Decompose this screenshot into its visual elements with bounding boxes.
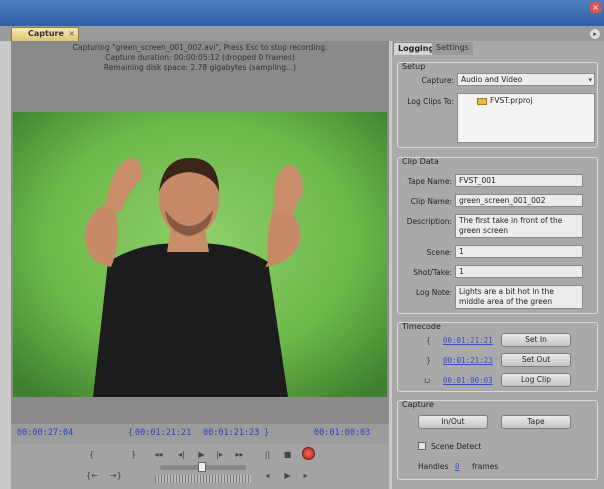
description-label: Description: bbox=[406, 217, 452, 226]
tab-close-icon[interactable]: × bbox=[68, 29, 75, 38]
in-point-timecode[interactable]: 00:01:21:21 bbox=[135, 428, 191, 438]
clip-name-field[interactable]: green_screen_001_002 bbox=[455, 194, 583, 207]
project-name: FVST.prproj bbox=[490, 96, 533, 105]
title-bar bbox=[0, 0, 604, 26]
set-in-point-button[interactable]: { bbox=[86, 449, 97, 460]
tape-name-field[interactable]: FVST_001 bbox=[455, 174, 583, 187]
step-forward-button[interactable]: |▸ bbox=[214, 449, 225, 460]
tab-capture[interactable]: Capture × bbox=[11, 27, 79, 41]
rewind-button[interactable]: ◂◂ bbox=[153, 449, 164, 460]
log-note-field[interactable]: Lights are a bit hot in the middle area … bbox=[455, 285, 583, 309]
folder-icon bbox=[477, 97, 487, 105]
shot-take-label: Shot/Take: bbox=[413, 268, 452, 277]
handles-value[interactable]: 0 bbox=[455, 462, 460, 471]
timecode-title: Timecode bbox=[402, 322, 441, 331]
in-point-icon: { bbox=[426, 336, 432, 345]
clip-data-title: Clip Data bbox=[402, 157, 439, 166]
log-clip-button[interactable]: Log Clip bbox=[501, 373, 571, 387]
tape-name-label: Tape Name: bbox=[407, 177, 452, 186]
timecode-duration-value[interactable]: 00:01:00:03 bbox=[443, 376, 493, 385]
clip-name-label: Clip Name: bbox=[410, 197, 452, 206]
jog-wheel[interactable] bbox=[155, 475, 251, 483]
scene-detect-checkbox[interactable] bbox=[418, 442, 426, 450]
in-bracket-icon: { bbox=[128, 428, 134, 438]
log-clips-to-bin[interactable]: FVST.prproj bbox=[457, 93, 595, 143]
timecode-in-value[interactable]: 00:01:21:21 bbox=[443, 336, 493, 345]
tab-capture-label: Capture bbox=[28, 29, 64, 38]
setup-title: Setup bbox=[402, 62, 426, 71]
fast-forward-button[interactable]: ▸▸ bbox=[234, 449, 245, 460]
capture-status: Capturing "green_screen_001_002.avi", Pr… bbox=[11, 43, 389, 73]
step-back-button[interactable]: ◂| bbox=[176, 449, 187, 460]
capture-title: Capture bbox=[402, 400, 434, 409]
play-button[interactable]: ▶ bbox=[196, 449, 207, 460]
duration-timecode[interactable]: 00:01:00:03 bbox=[314, 428, 370, 438]
capture-mode-label: Capture: bbox=[421, 76, 454, 85]
timecode-out-value[interactable]: 00:01:21:23 bbox=[443, 356, 493, 365]
pause-button[interactable]: || bbox=[262, 449, 273, 460]
video-frame-image bbox=[13, 112, 387, 397]
go-to-out-point-button[interactable]: →} bbox=[110, 470, 122, 481]
scene-field[interactable]: 1 bbox=[455, 245, 583, 258]
scene-search-button[interactable]: ▸ bbox=[300, 470, 311, 481]
capture-window: × Capture × ▸ Capturing "green_screen_00… bbox=[0, 0, 604, 489]
status-line-disk-space: Remaining disk space: 2.78 gigabytes (sa… bbox=[103, 63, 297, 72]
record-button[interactable] bbox=[302, 447, 315, 460]
set-in-button[interactable]: Set In bbox=[501, 333, 571, 347]
capture-in-out-button[interactable]: In/Out bbox=[418, 415, 488, 429]
panel-menu-icon[interactable]: ▸ bbox=[590, 29, 600, 39]
capture-mode-value: Audio and Video bbox=[461, 75, 523, 84]
handles-unit: frames bbox=[472, 462, 499, 471]
log-note-label: Log Note: bbox=[415, 288, 452, 297]
set-out-button[interactable]: Set Out bbox=[501, 353, 571, 367]
shuttle-handle[interactable] bbox=[198, 462, 206, 472]
set-out-point-button[interactable]: } bbox=[128, 449, 139, 460]
scene-detect-label: Scene Detect bbox=[431, 442, 482, 451]
tab-settings[interactable]: Settings bbox=[432, 42, 473, 55]
scene-label: Scene: bbox=[426, 248, 452, 257]
capture-tape-button[interactable]: Tape bbox=[501, 415, 571, 429]
capture-mode-select[interactable]: Audio and Video ▾ bbox=[457, 73, 595, 86]
status-line-filename: Capturing "green_screen_001_002.avi", Pr… bbox=[72, 43, 328, 52]
go-to-in-point-button[interactable]: {← bbox=[86, 470, 98, 481]
handles-label: Handles bbox=[418, 462, 449, 471]
out-bracket-icon: } bbox=[264, 428, 270, 438]
out-point-timecode[interactable]: 00:01:21:23 bbox=[203, 428, 259, 438]
project-bin-item[interactable]: FVST.prproj bbox=[461, 95, 591, 106]
log-clips-to-label: Log Clips To: bbox=[407, 97, 454, 106]
chevron-down-icon: ▾ bbox=[588, 76, 592, 84]
duration-icon: ⊔ bbox=[424, 376, 431, 385]
close-window-icon[interactable]: × bbox=[590, 2, 601, 13]
current-timecode[interactable]: 00:00:27:04 bbox=[17, 428, 73, 438]
panel-tab-bar bbox=[0, 26, 604, 41]
shot-take-field[interactable]: 1 bbox=[455, 265, 583, 278]
slow-play-button[interactable]: ▶ bbox=[282, 470, 293, 481]
out-point-icon: } bbox=[426, 356, 432, 365]
slow-reverse-button[interactable]: ◂ bbox=[262, 470, 273, 481]
status-line-duration: Capture duration: 00:00:05:12 (dropped 0… bbox=[105, 53, 295, 62]
description-field[interactable]: The first take in front of the green scr… bbox=[455, 214, 583, 238]
stop-button[interactable]: ■ bbox=[282, 449, 293, 460]
video-preview bbox=[13, 112, 387, 397]
